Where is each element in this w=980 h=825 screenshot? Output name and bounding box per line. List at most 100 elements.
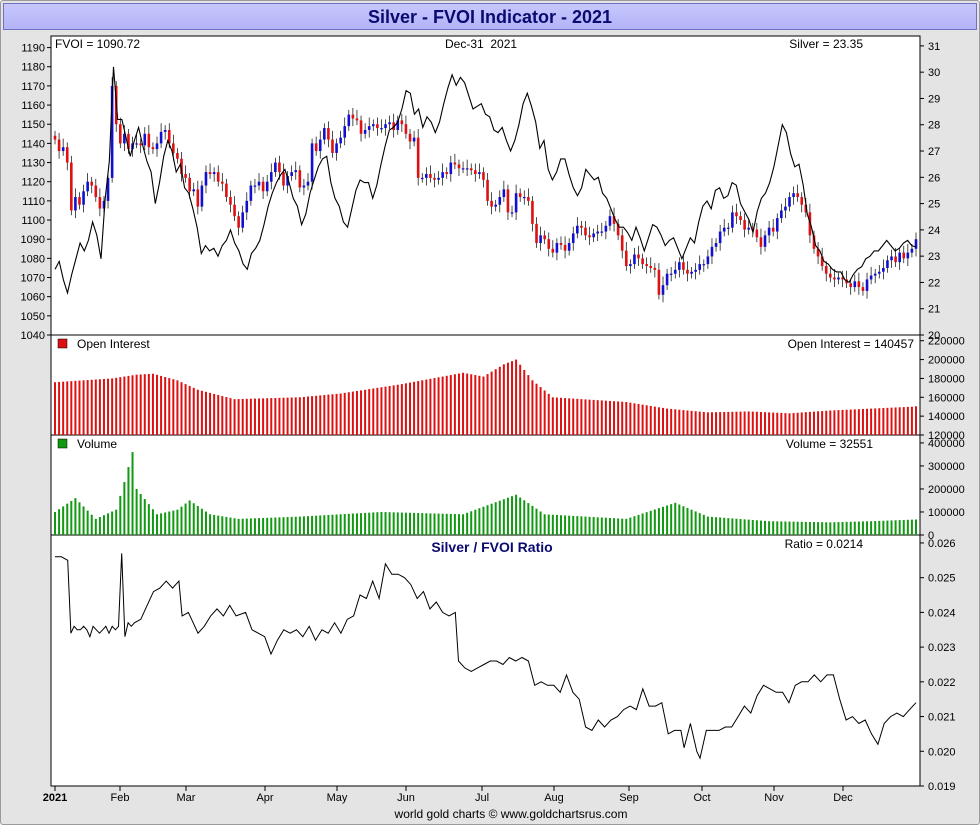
- fvoi-candle: [290, 172, 293, 176]
- fvoi-candle: [310, 143, 314, 182]
- volume-bar: [511, 496, 514, 535]
- fvoi-candle: [755, 229, 759, 238]
- volume-bar: [74, 498, 77, 535]
- oi-bar: [829, 410, 832, 435]
- volume-legend-label: Volume: [77, 437, 117, 451]
- volume-bar: [62, 506, 65, 535]
- volume-bar: [853, 521, 856, 535]
- volume-bar: [156, 514, 159, 535]
- fvoi-axis-tick-label: 1080: [21, 253, 45, 265]
- volume-bar: [58, 509, 61, 535]
- fvoi-axis-tick-label: 1060: [21, 292, 45, 304]
- oi-bar: [796, 412, 799, 435]
- oi-bar: [241, 398, 244, 435]
- volume-bar: [86, 510, 89, 535]
- fvoi-candle: [669, 273, 673, 275]
- oi-bar: [878, 408, 881, 435]
- volume-bar: [217, 515, 220, 535]
- fvoi-candle: [629, 264, 632, 267]
- oi-bar: [327, 394, 330, 435]
- fvoi-candle: [420, 177, 424, 180]
- fvoi-candle: [135, 143, 138, 145]
- oi-bar: [764, 412, 767, 435]
- ratio-axis-tick-label: 0.026: [928, 538, 956, 550]
- volume-bar: [184, 503, 187, 535]
- fvoi-candle: [829, 273, 832, 278]
- oi-bar: [229, 398, 232, 435]
- oi-bar: [351, 391, 354, 435]
- fvoi-candle: [535, 223, 538, 244]
- volume-bar: [200, 508, 203, 535]
- volume-bar: [335, 514, 338, 535]
- volume-bar: [739, 519, 742, 535]
- volume-bar: [449, 513, 452, 535]
- fvoi-candle: [225, 183, 228, 198]
- fvoi-candle: [323, 128, 326, 140]
- fvoi-candle: [833, 277, 836, 280]
- oi-bar: [233, 399, 236, 435]
- volume-bar: [690, 509, 693, 535]
- oi-bar: [502, 364, 505, 435]
- oi-bar: [515, 359, 518, 435]
- oi-bar: [478, 375, 481, 435]
- oi-axis-tick-label: 140000: [928, 411, 965, 423]
- volume-bar: [70, 500, 73, 535]
- oi-bar: [657, 407, 660, 435]
- volume-bar: [192, 503, 195, 535]
- fvoi-axis-tick-label: 1040: [21, 330, 45, 342]
- fvoi-candle: [78, 197, 81, 205]
- volume-bar: [686, 507, 689, 535]
- volume-bar: [735, 518, 738, 535]
- oi-bar: [715, 412, 718, 435]
- oi-bar: [621, 401, 624, 435]
- volume-bar: [462, 514, 465, 535]
- fvoi-candle: [192, 189, 196, 192]
- oi-bar: [751, 411, 754, 435]
- volume-bar: [123, 482, 126, 535]
- x-axis-tick-label: Dec: [833, 792, 853, 804]
- x-axis-tick-label: May: [327, 792, 348, 804]
- volume-bar: [376, 512, 379, 535]
- oi-bar: [572, 398, 575, 435]
- oi-bar: [857, 409, 860, 435]
- fvoi-candle: [910, 248, 914, 253]
- oi-bar: [376, 387, 379, 435]
- oi-bar: [176, 380, 179, 435]
- volume-bar: [498, 500, 501, 535]
- volume-legend-swatch: [57, 438, 68, 449]
- oi-bar: [841, 409, 844, 435]
- fvoi-candle: [718, 231, 722, 244]
- fvoi-candle: [265, 181, 269, 192]
- fvoi-candle: [706, 256, 710, 265]
- fvoi-candle: [388, 122, 391, 125]
- fvoi-candle: [278, 162, 281, 173]
- volume-bar: [539, 511, 542, 535]
- fvoi-candle: [216, 172, 220, 182]
- fvoi-candle: [429, 174, 432, 178]
- oi-bar: [604, 400, 607, 435]
- fvoi-candle: [269, 172, 273, 182]
- fvoi-candle: [241, 212, 245, 228]
- volume-bar: [160, 513, 163, 535]
- volume-bar: [890, 520, 893, 535]
- fvoi-candle: [877, 271, 881, 274]
- oi-bar: [674, 409, 677, 435]
- oi-bar: [882, 408, 885, 435]
- volume-bar: [111, 511, 114, 535]
- volume-bar: [547, 514, 550, 535]
- volume-bar: [266, 517, 269, 535]
- volume-bar: [768, 521, 771, 535]
- volume-bar: [433, 513, 436, 535]
- silver-axis-tick-label: 24: [928, 225, 940, 237]
- oi-bar: [523, 369, 526, 435]
- volume-bar: [898, 520, 901, 535]
- oi-bar: [115, 377, 118, 435]
- volume-bar: [54, 511, 56, 535]
- silver-axis-tick-label: 30: [928, 67, 940, 79]
- volume-bar: [527, 503, 530, 535]
- volume-bar: [653, 509, 656, 535]
- fvoi-candle: [694, 269, 697, 272]
- volume-bar: [715, 517, 718, 535]
- oi-bar: [217, 394, 220, 435]
- fvoi-candle: [547, 239, 551, 249]
